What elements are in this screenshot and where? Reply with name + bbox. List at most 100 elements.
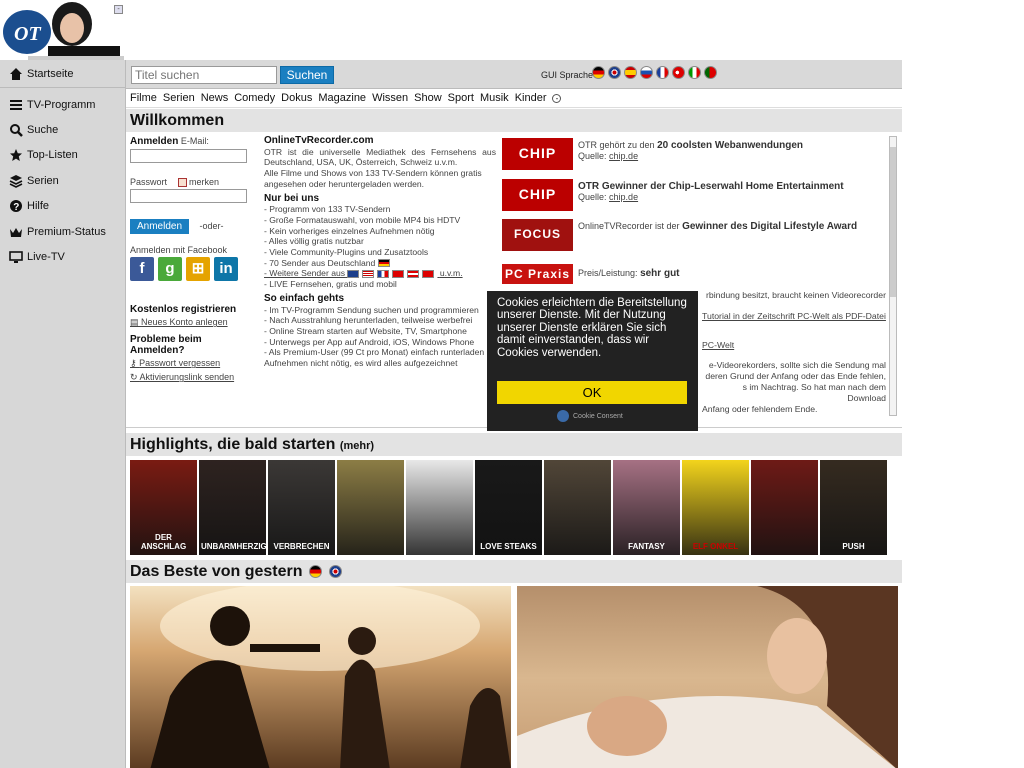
award-item[interactable]: FOCUS OnlineTVRecorder ist der Gewinner … [502, 217, 886, 258]
highlight-poster[interactable]: LOVE STEAKS [475, 460, 542, 555]
category-musik[interactable]: Musik [480, 92, 509, 104]
monitor-icon [9, 251, 23, 264]
flag-fr-icon[interactable] [656, 66, 669, 79]
google-icon[interactable]: g [158, 257, 182, 282]
welcome-scrollbar[interactable] [889, 136, 897, 416]
category-filme[interactable]: Filme [130, 92, 157, 104]
sidebar-item-hilfe[interactable]: ? Hilfe [0, 194, 125, 219]
sidebar: Startseite TV-Programm Suche Top-Listen … [0, 60, 126, 768]
collapse-icon[interactable]: - [114, 5, 123, 14]
more-line[interactable]: PC-Welt [702, 340, 886, 351]
flag-tr-icon[interactable] [672, 66, 685, 79]
category-wissen[interactable]: Wissen [372, 92, 408, 104]
new-account-link[interactable]: ▤ Neues Konto anlegen [130, 317, 260, 328]
highlight-poster[interactable]: UNBARMHERZIGEN [199, 460, 266, 555]
forgot-password-link[interactable]: ⚷ Passwort vergessen [130, 358, 260, 369]
highlight-poster[interactable] [751, 460, 818, 555]
windows-icon[interactable]: ⊞ [186, 257, 210, 282]
sidebar-item-live-tv[interactable]: Live-TV [0, 244, 125, 269]
activation-link[interactable]: ↻ Aktivierungslink senden [130, 372, 260, 383]
category-kinder[interactable]: Kinder [515, 92, 547, 104]
flag-tr-icon [422, 270, 435, 279]
cookie-consent-label: Cookie Consent [573, 412, 623, 420]
sidebar-item-label: Premium-Status [27, 225, 106, 238]
flag-de-icon [377, 259, 390, 268]
highlights-title: Highlights, die bald starten [130, 436, 336, 453]
nurbei-item: - Kein vorheriges einzelnes Aufnehmen nö… [264, 225, 435, 236]
highlight-poster[interactable]: DER ANSCHLAG [130, 460, 197, 555]
search-input[interactable] [131, 66, 277, 84]
flag-ru-icon[interactable] [640, 66, 653, 79]
category-show[interactable]: Show [414, 92, 442, 104]
flag-at-icon [407, 270, 420, 279]
more-line: rbindung besitzt, braucht keinen Videore… [706, 290, 886, 300]
award-source-label: Quelle: [578, 151, 607, 161]
sidebar-item-suche[interactable]: Suche [0, 117, 125, 142]
facebook-icon[interactable]: f [130, 257, 154, 282]
category-magazine[interactable]: Magazine [318, 92, 366, 104]
cookie-ok-button[interactable]: OK [497, 381, 687, 404]
star-icon [10, 149, 22, 162]
list-icon [10, 99, 22, 110]
flag-uk-icon[interactable] [608, 66, 621, 79]
more-line: deren Grund der Anfang oder das Ende feh… [705, 371, 886, 381]
nurbei-item-text[interactable]: - Weitere Sender aus [264, 268, 345, 278]
sidebar-item-serien[interactable]: Serien [0, 168, 125, 193]
login-button[interactable]: Anmelden [130, 219, 190, 235]
flag-de-icon[interactable] [308, 565, 322, 579]
award-item[interactable]: CHIP OTR Gewinner der Chip-Leserwahl Hom… [502, 177, 886, 218]
highlight-poster[interactable]: VERBRECHEN [268, 460, 335, 555]
remember-checkbox[interactable] [177, 178, 187, 188]
sidebar-item-premium-status[interactable]: Premium-Status [0, 219, 125, 244]
linkedin-icon[interactable]: in [214, 257, 238, 282]
password-field[interactable] [130, 189, 247, 204]
category-sport[interactable]: Sport [448, 92, 474, 104]
scrollbar-thumb[interactable] [890, 147, 896, 297]
sidebar-item-label: Live-TV [27, 251, 65, 264]
category-dokus[interactable]: Dokus [281, 92, 312, 104]
award-source[interactable]: chip.de [609, 151, 638, 161]
search-button[interactable]: Suchen [280, 66, 334, 84]
highlight-poster[interactable]: PUSH [820, 460, 887, 555]
category-comedy[interactable]: Comedy [234, 92, 275, 104]
highlight-poster[interactable] [544, 460, 611, 555]
flag-it-icon[interactable] [688, 66, 701, 79]
sidebar-item-label: Startseite [27, 67, 74, 80]
svg-text:?: ? [13, 202, 19, 213]
highlight-poster[interactable] [406, 460, 473, 555]
award-item[interactable]: CHIP OTR gehört zu den 20 coolsten Weban… [502, 136, 886, 177]
collapse-categories-icon[interactable]: - [552, 93, 562, 103]
highlights-heading: Highlights, die bald starten (mehr) [126, 433, 902, 456]
award-title: 20 coolsten Webanwendungen [657, 140, 804, 151]
home-icon [10, 67, 22, 80]
beste-image-2[interactable] [517, 586, 898, 768]
beste-image-1[interactable] [130, 581, 511, 768]
sidebar-item-top-listen[interactable]: Top-Listen [0, 143, 125, 168]
login-heading: Anmelden [130, 136, 179, 147]
flag-de-icon[interactable] [592, 66, 605, 79]
highlights-more-link[interactable]: (mehr) [340, 440, 374, 452]
highlight-poster[interactable]: ELF ONKEL [682, 460, 749, 555]
sidebar-item-label: TV-Programm [27, 98, 96, 111]
otr-logo[interactable]: OT [0, 0, 124, 60]
sidebar-item-startseite[interactable]: Startseite [0, 60, 125, 88]
chip-logo: CHIP [502, 138, 573, 170]
email-field[interactable] [130, 149, 247, 163]
highlight-poster[interactable] [337, 460, 404, 555]
sidebar-item-tv-programm[interactable]: TV-Programm [0, 92, 125, 117]
sidebar-item-label: Top-Listen [27, 149, 78, 162]
more-line[interactable]: Tutorial in der Zeitschrift PC-Welt als … [702, 311, 886, 322]
category-serien[interactable]: Serien [163, 92, 195, 104]
intro-text: OnlineTvRecorder.com OTR ist die univers… [264, 135, 496, 369]
password-label: Passwort [130, 177, 168, 187]
cookie-consent-link[interactable]: Cookie Consent [557, 410, 623, 423]
cookie-banner: Cookies erleichtern die Bereitstellung u… [487, 291, 698, 431]
uvm-label: u.v.m. [439, 268, 463, 279]
flag-pt-icon[interactable] [704, 66, 717, 79]
flag-es-icon[interactable] [624, 66, 637, 79]
award-source[interactable]: chip.de [609, 192, 638, 202]
category-news[interactable]: News [201, 92, 229, 104]
award-title: Gewinner des Digital Lifestyle Award [682, 221, 858, 232]
highlight-poster[interactable]: FANTASY [613, 460, 680, 555]
flag-uk-icon[interactable] [329, 565, 343, 579]
